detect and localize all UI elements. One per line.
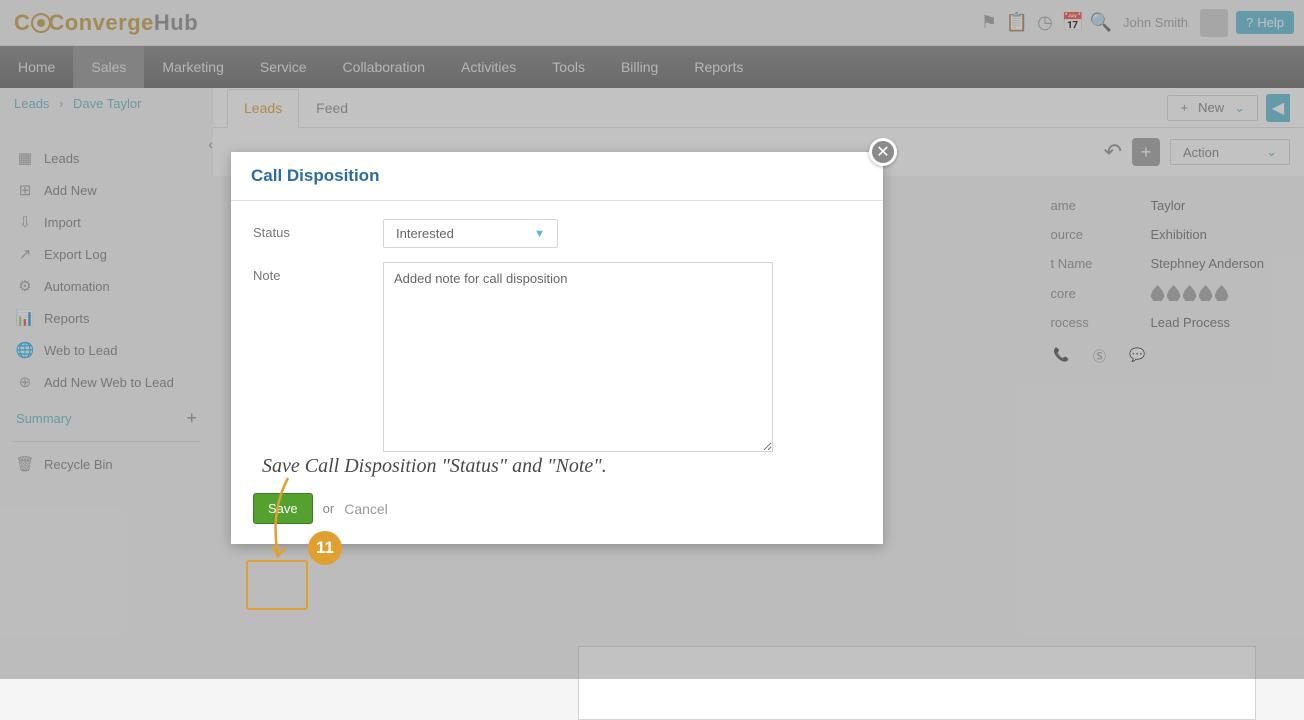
status-select[interactable]: Interested ▼ [383, 219, 558, 248]
modal-header: Call Disposition [231, 152, 883, 201]
modal-body: Status Interested ▼ Note [231, 201, 883, 481]
close-icon: ✕ [876, 142, 889, 162]
call-disposition-modal: ✕ Call Disposition Status Interested ▼ N… [231, 152, 883, 544]
note-label: Note [253, 262, 383, 457]
annotation-arrow-icon [260, 472, 310, 562]
cancel-link[interactable]: Cancel [344, 501, 388, 517]
step-badge: 11 [308, 531, 342, 565]
modal-title: Call Disposition [251, 166, 863, 186]
status-label: Status [253, 219, 383, 248]
chevron-down-icon: ▼ [534, 228, 545, 240]
note-textarea[interactable] [383, 262, 773, 452]
annotation-text: Save Call Disposition "Status" and "Note… [262, 455, 607, 478]
close-button[interactable]: ✕ [869, 138, 897, 166]
or-text: or [323, 501, 335, 516]
